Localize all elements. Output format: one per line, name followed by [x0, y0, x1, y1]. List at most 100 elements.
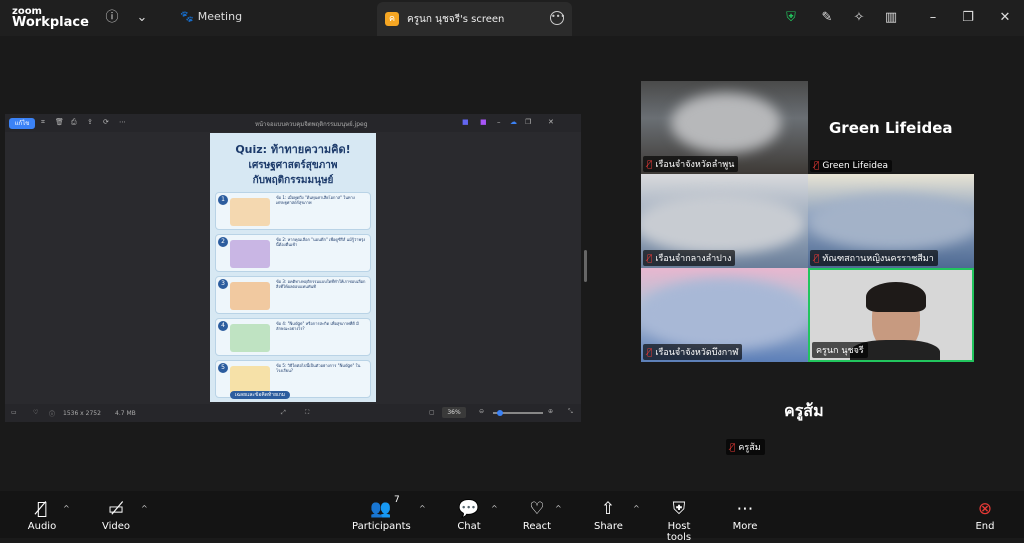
- participant-nameplate: 🎙̸ ทัณฑสถานหญิงนครราชสีมา: [810, 250, 938, 266]
- question-illustration: [230, 240, 270, 268]
- heart-icon: ♡: [529, 499, 545, 519]
- participant-tile[interactable]: 🎙̸ ทัณฑสถานหญิงนครราชสีมา: [808, 174, 974, 268]
- participant-name: ครูส้ม: [738, 443, 761, 453]
- screen-tab-badge: ค: [385, 12, 399, 26]
- zoom-logo: zoom Workplace: [12, 6, 89, 29]
- blurred-face: [641, 278, 808, 350]
- mic-muted-icon: 🎙̸: [36, 499, 48, 519]
- audio-button[interactable]: 🎙̸ Audio: [26, 498, 58, 532]
- chat-label: Chat: [457, 521, 481, 532]
- share-icon[interactable]: ⇪: [87, 118, 93, 126]
- host-tools-button[interactable]: ⛨ Host tools: [654, 498, 704, 543]
- video-button[interactable]: ▭̸ Video: [100, 498, 132, 532]
- blurred-face: [671, 93, 781, 153]
- info-icon[interactable]: ⓘ: [103, 9, 121, 27]
- question-number: 2: [218, 237, 228, 247]
- viewer-toolbar: แก้ไข ⌗ 🗑 ⎙ ⇪ ⟳ ⋯ หน้าจอแบบควบคุมจิตพฤติ…: [5, 114, 581, 132]
- close-icon[interactable]: ✕: [996, 9, 1014, 27]
- question-number: 1: [218, 195, 228, 205]
- window-restore-icon[interactable]: ❐: [525, 118, 531, 126]
- question-text: ข้อ 4: "Nudge" หรือการสะกิด เพื่อสุขภาพท…: [276, 321, 359, 331]
- video-options-chevron-icon[interactable]: ^: [141, 504, 148, 513]
- minimize-icon[interactable]: –: [924, 9, 942, 27]
- participants-button[interactable]: 👥 Participants: [352, 498, 411, 532]
- share-button[interactable]: ⇧ Share: [594, 498, 623, 532]
- react-options-chevron-icon[interactable]: ^: [555, 504, 562, 513]
- question-text: ข้อ 2: หากคุณเลือก "นอนดึก" เพื่อดูซีรีส…: [276, 237, 366, 247]
- zoom-out-icon[interactable]: ⊖: [479, 408, 484, 415]
- actual-size-icon[interactable]: ▢: [429, 409, 435, 416]
- speaker-hair: [866, 282, 926, 312]
- question-text: ข้อ 5: วิธีใดต่อไปนี้เป็นตัวอย่างการ "Nu…: [276, 363, 361, 373]
- expand-icon[interactable]: ⤡: [568, 408, 573, 416]
- chevron-down-icon[interactable]: ⌄: [133, 9, 151, 27]
- sparkle-icon[interactable]: ✧: [850, 9, 868, 27]
- blurred-face: [808, 194, 974, 250]
- window-minimize-icon[interactable]: –: [497, 118, 501, 126]
- more-options-icon[interactable]: •••: [550, 11, 565, 25]
- quiz-question: 3 ข้อ 3: อคติทางพฤติกรรมแบบใดที่ทำให้เรา…: [215, 276, 371, 314]
- audio-options-chevron-icon[interactable]: ^: [63, 504, 70, 513]
- zoom-slider[interactable]: [493, 410, 543, 416]
- fullscreen-icon[interactable]: ⛶: [305, 409, 309, 417]
- title-bar: zoom Workplace ⓘ ⌄ 🐾 Meeting ค ครูนก นุชจ…: [0, 0, 1024, 36]
- more-icon[interactable]: ⋯: [119, 118, 126, 126]
- file-size: 4.7 MB: [115, 410, 136, 417]
- tab-shared-screen[interactable]: ค ครูนก นุชจรี's screen •••: [377, 2, 572, 36]
- participant-nameplate[interactable]: 🎙̸ ครูส้ม: [726, 439, 765, 455]
- end-button[interactable]: ⊗ End: [971, 498, 999, 532]
- poster-footer: เฉลยและข้อคิดท้ายเกม: [230, 391, 290, 399]
- participants-icon: 👥: [370, 499, 392, 519]
- react-button[interactable]: ♡ React: [522, 498, 552, 532]
- layout-icon[interactable]: ▥: [882, 9, 900, 27]
- pen-icon[interactable]: ✎: [818, 9, 836, 27]
- shield-check-icon[interactable]: ⛨: [782, 9, 800, 27]
- video-off-icon: ▭̸: [107, 499, 125, 519]
- participants-label: Participants: [352, 521, 411, 532]
- window-close-icon[interactable]: ✕: [548, 118, 554, 126]
- participants-count: 7: [394, 495, 400, 505]
- edit-button[interactable]: แก้ไข: [9, 118, 35, 129]
- more-button[interactable]: ⋯ More: [730, 498, 760, 532]
- zoom-slider-thumb[interactable]: [497, 410, 504, 416]
- question-number: 5: [218, 363, 228, 373]
- mic-muted-icon: 🎙̸: [647, 160, 653, 170]
- heart-icon[interactable]: ♡: [33, 409, 38, 416]
- share-label: Share: [594, 521, 623, 532]
- participants-options-chevron-icon[interactable]: ^: [419, 504, 426, 513]
- participant-tile[interactable]: Green Lifeidea 🎙̸ Green Lifeidea: [808, 81, 974, 174]
- zoom-in-icon[interactable]: ⊕: [548, 408, 553, 415]
- split-view-handle[interactable]: [584, 250, 587, 282]
- poster-title: Quiz: ท้าทายความคิด!: [235, 143, 351, 156]
- print-icon[interactable]: ⎙: [71, 118, 77, 127]
- chat-button[interactable]: 💬 Chat: [455, 498, 483, 532]
- crop-icon[interactable]: ⌗: [41, 118, 45, 127]
- video-label: Video: [101, 521, 131, 532]
- info-icon[interactable]: ⓘ: [49, 409, 55, 418]
- zoom-level[interactable]: 36%: [442, 407, 466, 418]
- participant-tile[interactable]: 🎙̸ เรือนจำกลางลำปาง: [641, 174, 808, 268]
- app-icon[interactable]: ■: [462, 118, 469, 126]
- chat-options-chevron-icon[interactable]: ^: [491, 504, 498, 513]
- restore-icon[interactable]: ❐: [959, 9, 977, 27]
- delete-icon[interactable]: 🗑: [55, 118, 64, 126]
- file-name: หน้าจอแบบควบคุมจิตพฤติกรรมมนุษย์.jpeg: [255, 121, 368, 128]
- tab-meeting[interactable]: 🐾 Meeting: [176, 10, 242, 23]
- question-illustration: [230, 324, 270, 352]
- quiz-question: 4 ข้อ 4: "Nudge" หรือการสะกิด เพื่อสุขภา…: [215, 318, 371, 356]
- participant-name: ครูนก นุชจรี: [816, 346, 864, 356]
- fit-icon[interactable]: ⤢: [281, 409, 286, 417]
- rotate-icon[interactable]: ⟳: [103, 118, 109, 126]
- app-icon-2[interactable]: ■: [480, 118, 487, 126]
- question-text: ข้อ 3: อคติทางพฤติกรรมแบบใดที่ทำให้เราชอ…: [276, 279, 366, 289]
- paw-icon: 🐾: [180, 10, 194, 23]
- cloud-icon[interactable]: ☁: [510, 118, 517, 126]
- participant-tile[interactable]: 🎙̸ เรือนจำจังหวัดบึงกาฬ: [641, 268, 808, 362]
- blurred-face: [641, 194, 805, 254]
- monitor-icon[interactable]: ▭: [11, 409, 17, 416]
- active-speaker-tile[interactable]: ครูนก นุชจรี: [808, 268, 974, 362]
- share-options-chevron-icon[interactable]: ^: [633, 504, 640, 513]
- participant-display-name: Green Lifeidea: [829, 119, 953, 137]
- participant-tile[interactable]: 🎙̸ เรือนจำจังหวัดลำพูน: [641, 81, 808, 174]
- mic-muted-icon: 🎙̸: [647, 254, 653, 264]
